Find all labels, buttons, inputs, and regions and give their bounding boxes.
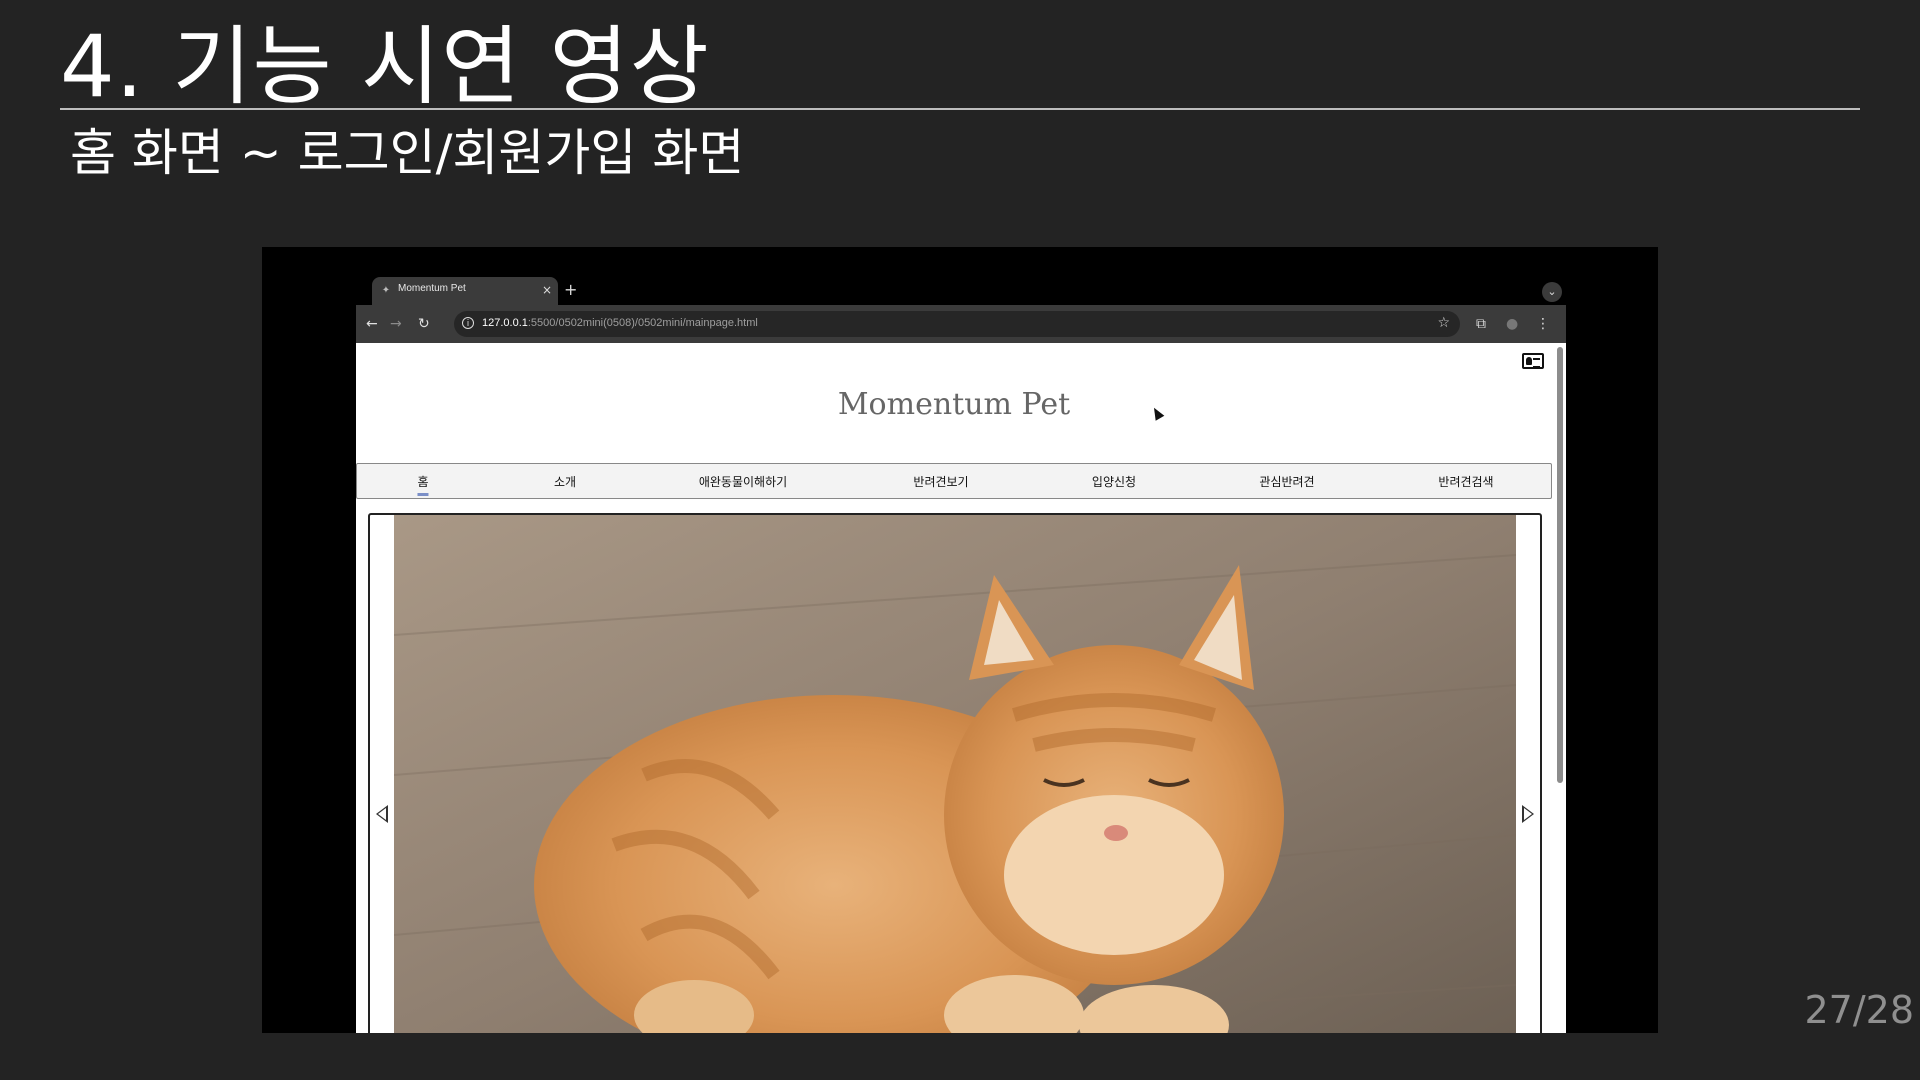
- url-path: :5500/0502mini(0508)/0502mini/mainpage.h…: [527, 317, 758, 329]
- cat-photo: [394, 515, 1516, 1033]
- slide-subtitle: 홈 화면 ~ 로그인/회원가입 화면: [70, 124, 745, 182]
- site-logo[interactable]: Momentum Pet: [356, 387, 1552, 422]
- browser-tab[interactable]: ✦ Momentum Pet ×: [372, 277, 558, 305]
- favicon-icon: ✦: [381, 285, 391, 296]
- site-nav: 홈 소개 애완동물이해하기 반려견보기 입양신청 관심반려견 반려견검색: [356, 463, 1552, 499]
- tab-list-button[interactable]: ⌄: [1542, 282, 1562, 302]
- nav-item-adoption[interactable]: 입양신청: [1092, 473, 1136, 490]
- forward-icon[interactable]: →: [390, 314, 402, 334]
- image-slider: [368, 513, 1542, 1033]
- slider-prev-icon[interactable]: [376, 805, 388, 823]
- demo-video: ✦ Momentum Pet × + ⌄ ← → ↻ i 127.0.0.1:5…: [262, 247, 1658, 1033]
- nav-item-favorites[interactable]: 관심반려견: [1259, 473, 1314, 490]
- slider-next-icon[interactable]: [1522, 805, 1534, 823]
- browser-toolbar: ← → ↻ i 127.0.0.1:5500/0502mini(0508)/05…: [356, 305, 1566, 343]
- url-host: 127.0.0.1: [482, 317, 528, 329]
- profile-avatar-icon[interactable]: ●: [1506, 314, 1518, 334]
- nav-item-home[interactable]: 홈: [417, 473, 429, 496]
- back-icon[interactable]: ←: [366, 314, 378, 334]
- nav-item-about[interactable]: 소개: [554, 473, 576, 490]
- page-viewport: Momentum Pet 홈 소개 애완동물이해하기 반려견보기 입양신청 관심…: [356, 343, 1552, 1033]
- site-info-icon[interactable]: i: [462, 317, 474, 329]
- scrollbar-thumb[interactable]: [1557, 347, 1563, 783]
- slide-image: [394, 515, 1516, 1033]
- close-tab-icon[interactable]: ×: [542, 282, 552, 298]
- slide-title: 4. 기능 시연 영상: [60, 17, 710, 117]
- nav-item-view-dogs[interactable]: 반려견보기: [913, 473, 968, 490]
- page-scrollbar[interactable]: [1552, 343, 1566, 1033]
- tab-title: Momentum Pet: [398, 283, 466, 294]
- title-divider: [60, 108, 1860, 110]
- new-tab-button[interactable]: +: [564, 280, 577, 299]
- address-bar[interactable]: i 127.0.0.1:5500/0502mini(0508)/0502mini…: [454, 311, 1460, 337]
- tab-strip: ✦ Momentum Pet × + ⌄: [356, 277, 1566, 305]
- member-card-icon[interactable]: [1522, 353, 1544, 369]
- page-number: 27/28: [1804, 988, 1914, 1032]
- reload-icon[interactable]: ↻: [418, 314, 430, 334]
- nav-item-understanding-pets[interactable]: 애완동물이해하기: [699, 473, 787, 490]
- browser-window: ✦ Momentum Pet × + ⌄ ← → ↻ i 127.0.0.1:5…: [356, 277, 1566, 1033]
- menu-icon[interactable]: ⋮: [1536, 314, 1550, 334]
- extensions-icon[interactable]: ⧉: [1476, 314, 1486, 334]
- url-text: 127.0.0.1:5500/0502mini(0508)/0502mini/m…: [482, 317, 758, 329]
- nav-item-search[interactable]: 반려견검색: [1438, 473, 1493, 490]
- star-icon[interactable]: ☆: [1437, 315, 1450, 331]
